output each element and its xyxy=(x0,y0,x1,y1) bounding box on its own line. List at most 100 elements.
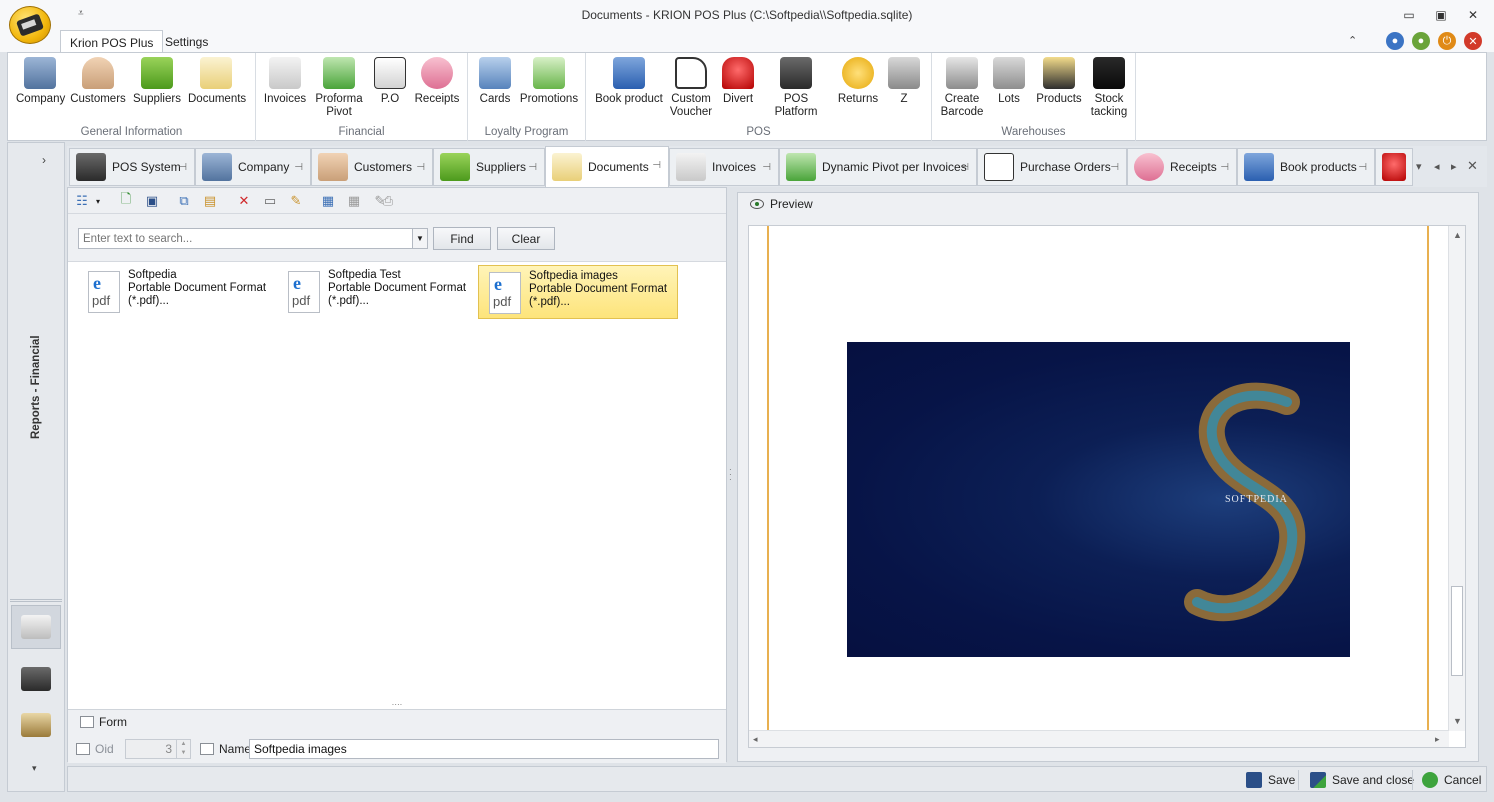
search-dropdown-icon[interactable]: ▼ xyxy=(412,228,428,249)
z-button[interactable]: Z xyxy=(886,57,922,106)
tab-book-products[interactable]: Book products ⊣ xyxy=(1237,148,1375,186)
pin-icon[interactable]: ⊣ xyxy=(762,162,771,173)
paste-icon[interactable]: ▤ xyxy=(202,193,218,209)
users-icon[interactable]: ● xyxy=(1412,32,1430,50)
list-item-selected[interactable]: e pdf Softpedia images Portable Document F… xyxy=(478,265,678,319)
receipts-button[interactable]: Receipts xyxy=(414,57,460,106)
list-item[interactable]: e pdf Softpedia Portable Document Format (*… xyxy=(78,265,278,319)
name-field[interactable] xyxy=(249,739,719,759)
pdf-preview[interactable]: SOFTPEDIA ▲ ▼ ◂ ▸ xyxy=(748,225,1466,748)
list-item[interactable]: e pdf Softpedia Test Portable Document For… xyxy=(278,265,478,319)
view-options-icon[interactable]: ☷ xyxy=(74,193,90,209)
promotion-icon xyxy=(533,57,565,89)
minimize-button[interactable]: ▭ xyxy=(1398,6,1420,24)
close-button[interactable]: ✕ xyxy=(1462,6,1484,24)
tab-invoices[interactable]: Invoices ⊣ xyxy=(669,148,779,186)
tab-suppliers[interactable]: Suppliers ⊣ xyxy=(433,148,545,186)
properties-icon[interactable]: ▭ xyxy=(262,193,278,209)
scroll-up-icon[interactable]: ▲ xyxy=(1453,230,1462,240)
document-type: Portable Document Format xyxy=(328,282,467,294)
pin-icon[interactable]: ⊣ xyxy=(178,162,187,173)
siren-icon xyxy=(722,57,754,89)
restore-button[interactable]: ▣ xyxy=(1430,6,1452,24)
tab-company[interactable]: Company ⊣ xyxy=(195,148,311,186)
new-document-icon[interactable]: 🗋 xyxy=(118,191,134,209)
vertical-splitter[interactable]: · · · xyxy=(727,187,736,762)
scroll-down-icon[interactable]: ▾ xyxy=(32,763,37,774)
pin-icon[interactable]: ⊣ xyxy=(528,162,537,173)
custom-voucher-button[interactable]: Custom Voucher xyxy=(668,57,714,119)
pin-icon[interactable]: ⊣ xyxy=(960,162,969,173)
products-button[interactable]: Products xyxy=(1032,57,1086,106)
scroll-right-icon[interactable]: ▸ xyxy=(1435,734,1440,745)
tab-pos-system[interactable]: POS System ⊣ xyxy=(69,148,195,186)
exit-icon[interactable]: ✕ xyxy=(1464,32,1482,50)
tab-documents[interactable]: Documents ⊣ xyxy=(545,146,669,187)
proforma-pivot-button[interactable]: Proforma Pivot xyxy=(312,57,366,119)
scroll-thumb[interactable] xyxy=(1451,586,1463,676)
tab-scroll-right-icon[interactable]: ▸ xyxy=(1451,160,1457,173)
create-barcode-button[interactable]: Create Barcode xyxy=(938,57,986,119)
window-title: Documents - KRION POS Plus (C:\Softpedia… xyxy=(581,8,913,22)
tab-scroll-left-icon[interactable]: ◂ xyxy=(1434,160,1440,173)
close-tab-icon[interactable]: ✕ xyxy=(1467,158,1478,174)
cards-button[interactable]: Cards xyxy=(474,57,516,106)
po-button[interactable]: P.O xyxy=(370,57,410,106)
nav-shop[interactable] xyxy=(11,703,61,747)
pos-platform-button[interactable]: POS Platform xyxy=(762,57,830,119)
invoices-button[interactable]: Invoices xyxy=(262,57,308,106)
find-button[interactable]: Find xyxy=(433,227,491,250)
tab-receipts[interactable]: Receipts ⊣ xyxy=(1127,148,1237,186)
copy-icon[interactable]: ⧉ xyxy=(176,193,192,209)
pin-icon[interactable]: ⊣ xyxy=(1220,162,1229,173)
small-icons-view-icon[interactable]: ▦ xyxy=(346,193,362,209)
pin-icon[interactable]: ⊣ xyxy=(294,162,303,173)
tab-list-dropdown-icon[interactable]: ▾ xyxy=(1416,160,1422,173)
pin-icon[interactable]: ⊣ xyxy=(652,160,661,171)
expand-panel-button[interactable]: › xyxy=(42,153,46,167)
pin-icon[interactable]: ⊣ xyxy=(1358,162,1367,173)
save-icon[interactable]: ▣ xyxy=(144,193,160,209)
stock-tacking-button[interactable]: Stock tacking xyxy=(1088,57,1130,119)
tab-dynamic-pivot[interactable]: Dynamic Pivot per Invoices ⊣ xyxy=(779,148,977,186)
reports-financial-label[interactable]: Reports - Financial xyxy=(30,335,42,439)
power-icon[interactable]: ⏻ xyxy=(1438,32,1456,50)
divert-button[interactable]: Divert xyxy=(718,57,758,106)
tab-divert[interactable] xyxy=(1375,148,1413,186)
edit-icon[interactable]: ✎ xyxy=(288,193,304,209)
nav-reports-financial[interactable] xyxy=(11,605,61,649)
pin-icon[interactable]: ⊣ xyxy=(1110,162,1119,173)
cancel-button[interactable]: Cancel xyxy=(1422,771,1481,789)
pin-icon[interactable]: ⊣ xyxy=(416,162,425,173)
large-icons-view-icon[interactable]: ▦ xyxy=(320,193,336,209)
user-icon[interactable]: ● xyxy=(1386,32,1404,50)
delete-icon[interactable]: ✕ xyxy=(236,193,252,209)
clear-button[interactable]: Clear xyxy=(497,227,555,250)
scroll-down-icon[interactable]: ▼ xyxy=(1453,716,1462,726)
promotions-button[interactable]: Promotions xyxy=(518,57,580,106)
returns-button[interactable]: Returns xyxy=(834,57,882,106)
tab-krion-pos-plus[interactable]: Krion POS Plus xyxy=(60,30,164,53)
search-input[interactable] xyxy=(78,228,428,249)
lots-button[interactable]: Lots xyxy=(990,57,1028,106)
vertical-scrollbar[interactable]: ▲ ▼ xyxy=(1448,226,1465,731)
customers-button[interactable]: Customers xyxy=(70,57,126,106)
save-button[interactable]: Save xyxy=(1246,771,1295,789)
save-and-close-button[interactable]: Save and close xyxy=(1310,771,1414,789)
collapse-ribbon-icon[interactable]: ⌃ xyxy=(1348,34,1357,47)
print-icon[interactable]: ⎙ xyxy=(380,193,396,209)
view-dropdown-icon[interactable]: ▾ xyxy=(90,193,106,209)
documents-button[interactable]: Documents xyxy=(188,57,246,106)
nav-pos-system[interactable] xyxy=(11,657,61,701)
tab-customers[interactable]: Customers ⊣ xyxy=(311,148,433,186)
tab-purchase-orders[interactable]: Purchase Orders ⊣ xyxy=(977,148,1127,186)
app-menu-button[interactable] xyxy=(9,6,51,44)
scroll-left-icon[interactable]: ◂ xyxy=(753,734,758,745)
company-button[interactable]: Company xyxy=(16,57,65,106)
book-product-button[interactable]: Book product xyxy=(594,57,664,106)
horizontal-scrollbar[interactable]: ◂ ▸ xyxy=(749,730,1449,747)
save-close-icon xyxy=(1310,772,1326,788)
pos-terminal-icon xyxy=(15,13,45,37)
tab-settings[interactable]: Settings xyxy=(156,30,217,52)
suppliers-button[interactable]: Suppliers xyxy=(132,57,182,106)
